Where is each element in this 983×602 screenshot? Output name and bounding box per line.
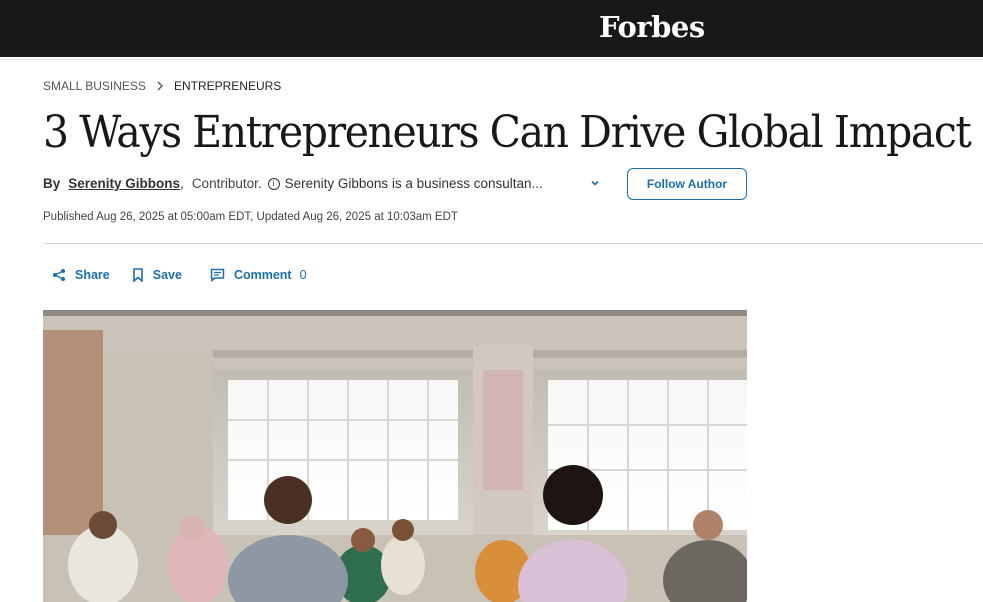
breadcrumb: SMALL BUSINESS ENTREPRENEURS (43, 79, 281, 93)
save-button[interactable]: Save (132, 268, 182, 282)
forbes-logo[interactable]: Forbes (599, 10, 705, 44)
article-actions: Share Save Comment 0 (52, 268, 307, 282)
comma: , (180, 176, 184, 191)
author-role: Contributor. (191, 176, 262, 191)
article-title: 3 Ways Entrepreneurs Can Drive Global Im… (43, 107, 972, 158)
author-bio: Serenity Gibbons is a business consultan… (284, 176, 543, 191)
comment-button[interactable]: Comment 0 (210, 268, 307, 282)
share-label: Share (75, 268, 110, 282)
follow-author-button[interactable]: Follow Author (627, 168, 747, 200)
chevron-right-icon (157, 81, 163, 91)
share-button[interactable]: Share (52, 268, 110, 282)
save-label: Save (152, 268, 182, 282)
header-divider (0, 57, 983, 60)
comment-icon (210, 268, 225, 282)
info-icon: i (267, 177, 280, 190)
breadcrumb-small-business[interactable]: SMALL BUSINESS (43, 79, 146, 93)
publish-date: Published Aug 26, 2025 at 05:00am EDT, U… (43, 211, 458, 223)
by-label: By (43, 176, 61, 191)
hero-illustration (43, 310, 747, 602)
divider (43, 243, 983, 244)
comment-count: 0 (299, 268, 307, 282)
hero-image (43, 310, 747, 602)
comment-label: Comment (233, 268, 292, 282)
byline: By Serenity Gibbons, Contributor. i Sere… (43, 176, 543, 191)
author-link[interactable]: Serenity Gibbons (68, 176, 180, 191)
top-bar: Forbes (0, 0, 983, 57)
bookmark-icon (132, 268, 143, 282)
share-icon (53, 269, 65, 281)
breadcrumb-entrepreneurs[interactable]: ENTREPRENEURS (174, 79, 281, 93)
chevron-down-icon[interactable] (589, 177, 601, 189)
